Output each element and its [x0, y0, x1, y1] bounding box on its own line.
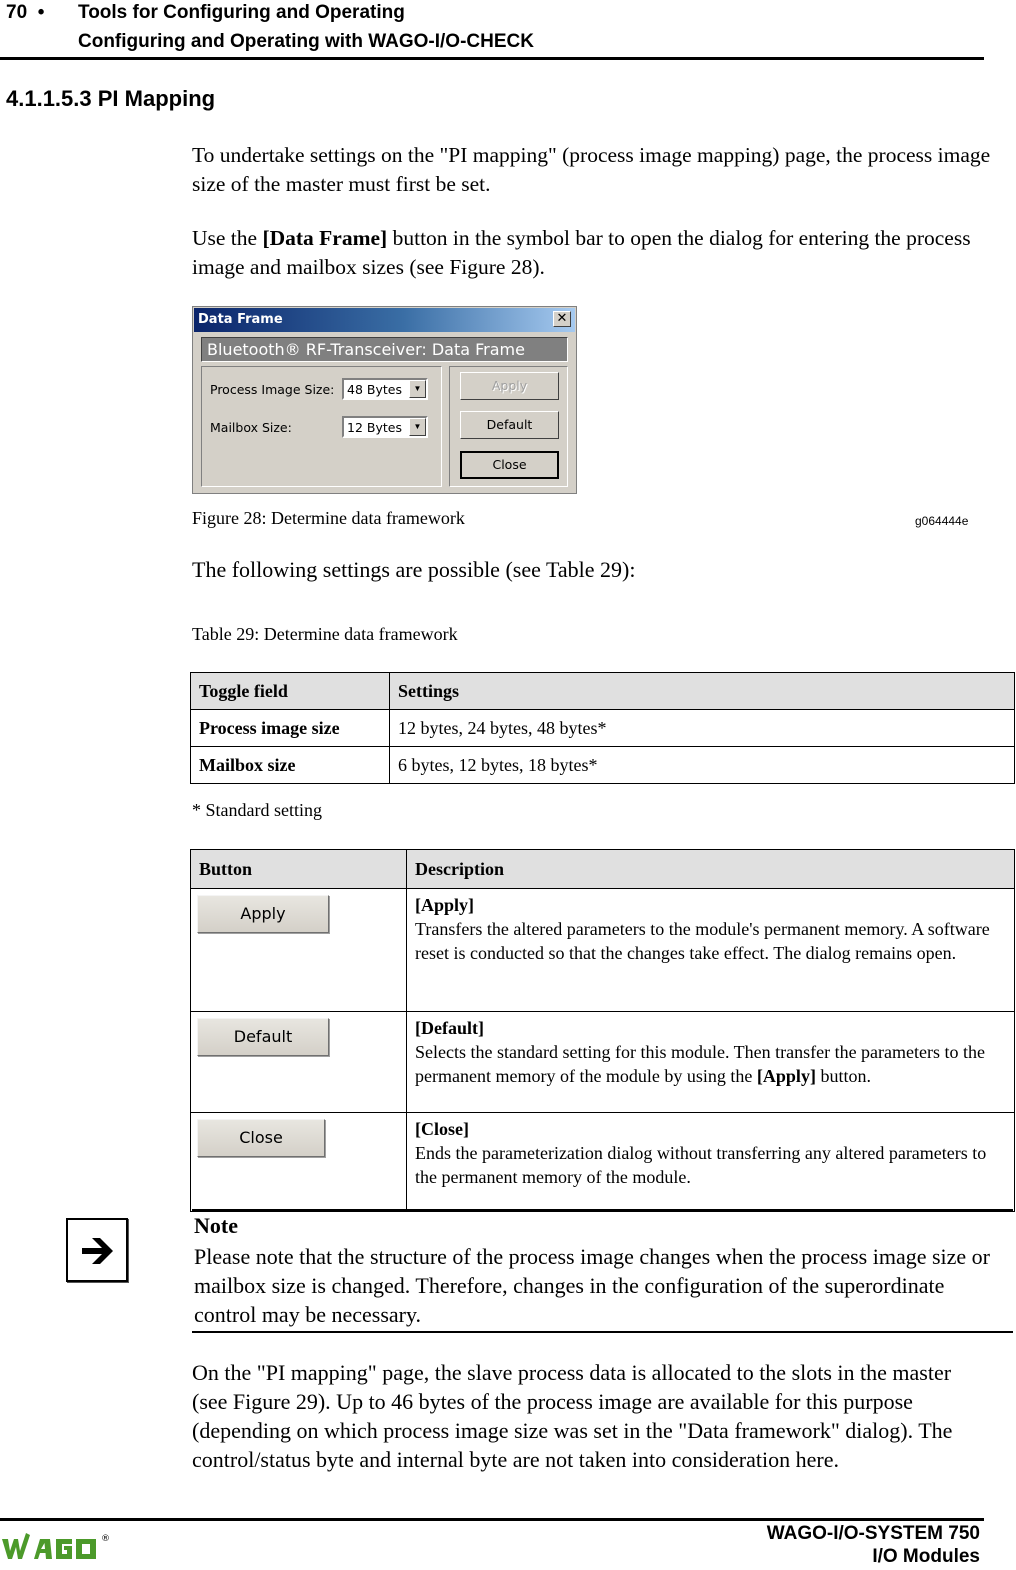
table-row: Close [Close] Ends the parameterization … — [190, 1112, 1015, 1212]
note-title: Note — [194, 1213, 238, 1238]
dialog-button-group: Apply Default Close — [449, 366, 568, 487]
table-row: Default [Default] Selects the standard s… — [190, 1011, 1015, 1113]
description-text: Selects the standard setting for this mo… — [415, 1042, 985, 1086]
section-header-title: Configuring and Operating with WAGO-I/O-… — [78, 31, 534, 52]
description-text: Transfers the altered parameters to the … — [415, 919, 990, 963]
toggle-field-cell: Process image size — [190, 709, 390, 747]
default-button[interactable]: Default — [460, 411, 559, 439]
settings-table: Toggle field Settings Process image size… — [190, 672, 1015, 784]
mailbox-size-label: Mailbox Size: — [210, 420, 292, 435]
section-heading: 4.1.1.5.3 PI Mapping — [6, 86, 216, 111]
footer-divider — [0, 1518, 984, 1521]
dialog-banner: Bluetooth® RF-Transceiver: Data Frame — [201, 337, 568, 362]
close-button-image: Close — [197, 1119, 325, 1157]
registered-mark: ® — [101, 1534, 110, 1544]
data-frame-button-reference: [Data Frame] — [262, 226, 388, 250]
process-image-size-select[interactable]: 48 Bytes ▼ — [342, 378, 428, 400]
note-divider-bottom — [192, 1331, 1013, 1333]
table-header-row: Toggle field Settings — [190, 672, 1015, 710]
pi-mapping-paragraph: On the "PI mapping" page, the slave proc… — [192, 1360, 953, 1472]
column-header: Settings — [389, 672, 1015, 710]
settings-cell: 12 bytes, 24 bytes, 48 bytes* — [389, 709, 1015, 747]
button-description-table: Button Description Apply [Apply] Transfe… — [190, 849, 1015, 1212]
figure-caption: Figure 28: Determine data framework — [192, 508, 465, 528]
apply-button-image: Apply — [197, 895, 329, 933]
note-text: Please note that the structure of the pr… — [194, 1244, 990, 1327]
column-header: Description — [406, 849, 1015, 889]
intro-paragraph: To undertake settings on the "PI mapping… — [192, 143, 991, 196]
table-caption: Table 29: Determine data framework — [192, 624, 458, 644]
footer-line1: WAGO-I/O-SYSTEM 750 — [766, 1523, 980, 1544]
default-button-image: Default — [197, 1018, 329, 1056]
description-title: [Apply] — [415, 895, 475, 915]
footer-product: WAGO-I/O-SYSTEM 750 I/O Modules — [767, 1522, 980, 1568]
note-divider-top — [192, 1209, 1013, 1211]
close-button[interactable]: Close — [460, 451, 559, 479]
settings-cell: 6 bytes, 12 bytes, 18 bytes* — [389, 746, 1015, 784]
column-header: Button — [190, 849, 407, 889]
column-header: Toggle field — [190, 672, 390, 710]
chevron-down-icon[interactable]: ▼ — [409, 380, 426, 398]
settings-intro: The following settings are possible (see… — [192, 557, 636, 582]
description-title: [Close] — [415, 1119, 469, 1139]
header-bullet: • — [37, 2, 45, 23]
wago-logo: ® — [0, 1531, 115, 1566]
description-title: [Default] — [415, 1018, 484, 1038]
chapter-title: Tools for Configuring and Operating — [78, 2, 405, 23]
footer-line2: I/O Modules — [872, 1546, 980, 1567]
dialog-title-bar: Data Frame ✕ — [194, 308, 575, 332]
table-row: Mailbox size 6 bytes, 12 bytes, 18 bytes… — [190, 746, 1015, 784]
mailbox-size-select[interactable]: 12 Bytes ▼ — [342, 416, 428, 438]
data-frame-dialog: Data Frame ✕ Bluetooth® RF-Transceiver: … — [192, 306, 577, 494]
dialog-settings-group: Process Image Size: 48 Bytes ▼ Mailbox S… — [201, 366, 442, 487]
close-icon[interactable]: ✕ — [553, 311, 571, 327]
process-image-size-label: Process Image Size: — [210, 382, 335, 397]
dialog-title: Data Frame — [198, 312, 283, 327]
page-number: 70 • — [6, 2, 45, 23]
table-row: Process image size 12 bytes, 24 bytes, 4… — [190, 709, 1015, 747]
data-frame-paragraph: Use the [Data Frame] button in the symbo… — [192, 226, 971, 279]
figure-id: g064444e — [915, 514, 969, 528]
apply-button[interactable]: Apply — [460, 372, 559, 400]
table-row: Apply [Apply] Transfers the altered para… — [190, 888, 1015, 1012]
table-footnote: * Standard setting — [192, 800, 322, 820]
table-header-row: Button Description — [190, 849, 1015, 889]
description-text: Ends the parameterization dialog without… — [415, 1143, 987, 1187]
arrow-right-icon — [66, 1218, 128, 1282]
chevron-down-icon[interactable]: ▼ — [409, 418, 426, 436]
header-divider — [0, 57, 984, 60]
toggle-field-cell: Mailbox size — [190, 746, 390, 784]
